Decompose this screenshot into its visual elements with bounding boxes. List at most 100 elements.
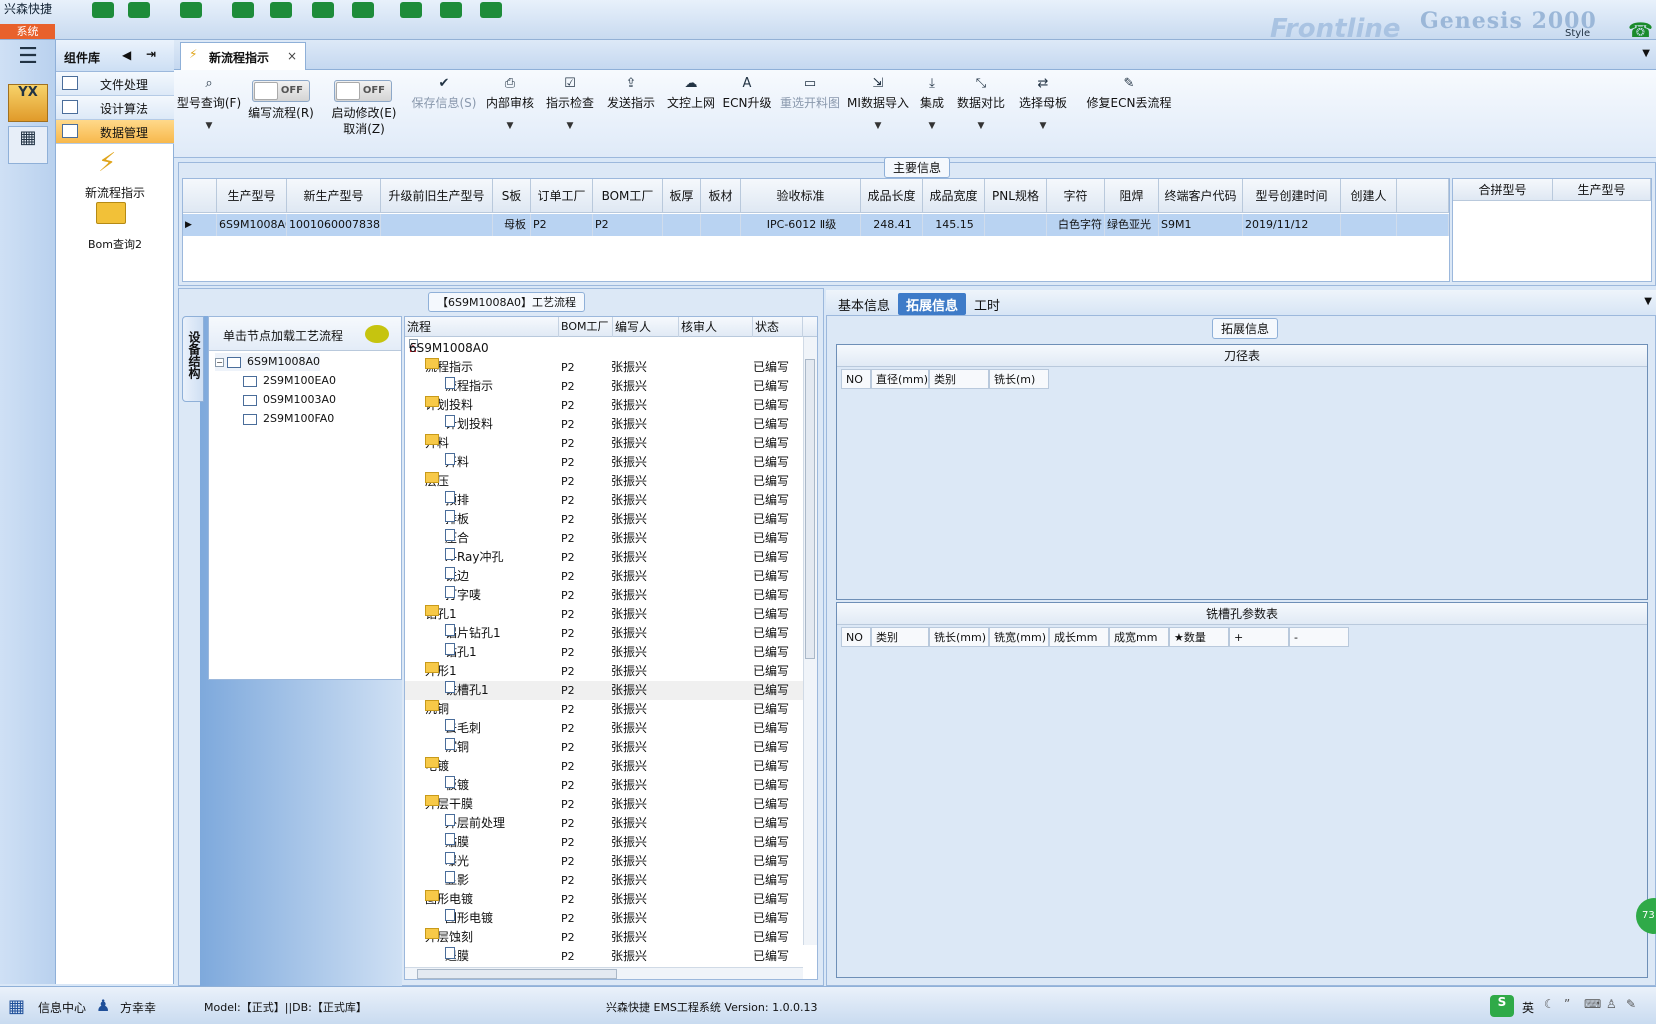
tree-step-row[interactable]: 压合 P2 张振兴 已编写 [405,529,803,548]
tree-node[interactable]: −6S9M1008A0 [215,353,320,371]
quick-grid-icon[interactable] [180,2,202,18]
table-cell[interactable] [1341,214,1397,236]
col-header[interactable]: 验收标准 [741,179,861,213]
col-header[interactable]: 合拼型号 [1453,179,1553,201]
chat-bubble-icon[interactable] [365,325,389,343]
doc-upload-button[interactable]: ☁ 文控上网 [664,76,718,111]
yx-factory-icon[interactable]: YX [8,84,48,122]
tab-work-hours[interactable]: 工时 [966,293,1008,315]
tree-step-row[interactable]: X-Ray冲孔 P2 张振兴 已编写 [405,548,803,567]
quick-user-icon[interactable] [400,2,422,18]
col-header[interactable]: ★数量 [1169,627,1229,647]
col-header[interactable]: 类别 [929,369,989,389]
system-button[interactable]: 系统 [0,24,55,39]
tree-step-row[interactable]: 图形电镀 P2 张振兴 已编写 [405,909,803,928]
panel-dropdown-icon[interactable]: ▼ [1644,296,1652,307]
instruction-check-button[interactable]: ☑ 指示检查 ▼ [544,76,596,131]
remove-row-button[interactable]: - [1289,627,1349,647]
table-cell[interactable]: 248.41 [861,214,923,236]
quick-search-icon[interactable] [92,2,114,18]
tree-group-row[interactable]: −开料P2张振兴已编写 [405,434,803,453]
send-instruction-button[interactable]: ⇪ 发送指示 [604,76,658,111]
reselect-cut-button[interactable]: ▭ 重选开料图 [776,76,844,111]
tree-step-row[interactable]: 预排 P2 张振兴 已编写 [405,491,803,510]
tree-step-row[interactable]: 板镀 P2 张振兴 已编写 [405,776,803,795]
table-cell[interactable]: 母板 [493,214,531,236]
tree-step-row[interactable]: 曝光 P2 张振兴 已编写 [405,852,803,871]
table-cell[interactable]: 6S9M1008A0 [217,214,287,236]
col-header[interactable]: 生产型号 [217,179,287,213]
style-menu[interactable]: Style [1565,28,1590,39]
lightning-icon[interactable]: ⚡ [98,148,116,178]
tree-group-row[interactable]: −外层蚀刻P2张振兴已编写 [405,928,803,947]
internal-review-button[interactable]: ⎙ 内部审核 ▼ [484,76,536,131]
moon-icon[interactable]: ☾ [1544,997,1555,1011]
tree-step-row[interactable]: 铣槽孔1 P2 张振兴 已编写 [405,681,803,700]
add-row-button[interactable]: + [1229,627,1289,647]
tree-step-row[interactable]: 沉铜 P2 张振兴 已编写 [405,738,803,757]
quick-print-icon[interactable] [480,2,502,18]
data-compare-button[interactable]: ⤡ 数据对比 ▼ [954,76,1008,131]
tab-close-icon[interactable]: × [287,49,297,63]
tree-step-row[interactable]: 显影 P2 张振兴 已编写 [405,871,803,890]
keyboard-icon[interactable]: ⌨ [1584,997,1601,1011]
tree-group-row[interactable]: −外形1P2张振兴已编写 [405,662,803,681]
tree-group-row[interactable]: −钻孔1P2张振兴已编写 [405,605,803,624]
hamburger-menu-icon[interactable]: ☰ [8,44,48,82]
col-header[interactable]: PNL规格 [985,179,1047,213]
side-tab-equipment[interactable]: 设备结构 [182,316,204,402]
table-cell[interactable] [381,214,493,236]
col-header[interactable]: 板厚 [663,179,701,213]
col-header[interactable]: 生产型号 [1553,179,1651,201]
col-header[interactable]: 铣宽(mm) [989,627,1049,647]
phone-icon[interactable]: ☎ [1628,18,1653,39]
ecn-upgrade-button[interactable]: A ECN升级 [722,76,772,111]
windows-grid-icon[interactable]: ▦ [8,996,25,1017]
col-header[interactable]: 成品宽度 [923,179,985,213]
col-header[interactable]: NO [841,627,871,647]
tree-node[interactable]: 2S9M100FA0 [243,410,334,428]
integrate-button[interactable]: ⤓ 集成 ▼ [912,76,952,131]
col-header[interactable]: 型号创建时间 [1243,179,1341,213]
tree-step-row[interactable]: 流程指示 P2 张振兴 已编写 [405,377,803,396]
cancel-modify-button[interactable]: 取消(Z) [326,120,402,137]
quick-copy-icon[interactable] [312,2,334,18]
tree-step-row[interactable]: 铣边 P2 张振兴 已编写 [405,567,803,586]
col-header[interactable]: 成品长度 [861,179,923,213]
col-header[interactable]: 铣长(mm) [929,627,989,647]
save-info-button[interactable]: ✔ 保存信息(S) [408,76,480,111]
tab-dropdown-icon[interactable]: ▼ [1642,48,1650,59]
table-cell[interactable]: 绿色亚光 [1105,214,1159,236]
col-header[interactable]: 阻焊 [1105,179,1159,213]
table-cell[interactable]: P2 [593,214,663,236]
row-indicator-icon[interactable]: ▶ [183,214,217,236]
bom-query-shortcut[interactable]: Bom查询2 [56,236,174,252]
col-header[interactable]: BOM工厂 [593,179,663,213]
col-header[interactable]: 成宽mm [1109,627,1169,647]
write-process-toggle[interactable]: OFF [252,80,310,102]
col-header[interactable]: 新生产型号 [287,179,381,213]
new-process-shortcut[interactable]: 新流程指示 [56,184,174,201]
table-cell[interactable]: IPC-6012 Ⅱ级 [741,214,861,236]
table-cell[interactable] [663,214,701,236]
tree-node[interactable]: 0S9M1003A0 [243,391,336,409]
quick-tools-icon[interactable] [232,2,254,18]
quick-doc-icon[interactable] [440,2,462,18]
tree-step-row[interactable]: 计划投料 P2 张振兴 已编写 [405,415,803,434]
ime-language[interactable]: 英 [1522,999,1534,1016]
col-header[interactable]: 核审人 [679,317,753,337]
table-cell[interactable] [701,214,741,236]
col-header[interactable]: 订单工厂 [531,179,593,213]
library-item-data[interactable]: 数据管理 [56,120,174,144]
tree-group-row[interactable]: −层压P2张振兴已编写 [405,472,803,491]
collapse-left-icon[interactable]: ◀ [122,48,131,62]
sogou-ime-icon[interactable]: S [1490,995,1514,1017]
quick-save-icon[interactable] [270,2,292,18]
tree-step-row[interactable]: 排板 P2 张振兴 已编写 [405,510,803,529]
tree-group-row[interactable]: −计划投料P2张振兴已编写 [405,396,803,415]
col-header[interactable]: 类别 [871,627,929,647]
model-query-button[interactable]: ⌕ 型号查询(F) ▼ [176,76,242,131]
tree-step-row[interactable]: 开料 P2 张振兴 已编写 [405,453,803,472]
user-ime-icon[interactable]: ♙ [1606,997,1617,1011]
col-header[interactable]: 编写人 [613,317,679,337]
